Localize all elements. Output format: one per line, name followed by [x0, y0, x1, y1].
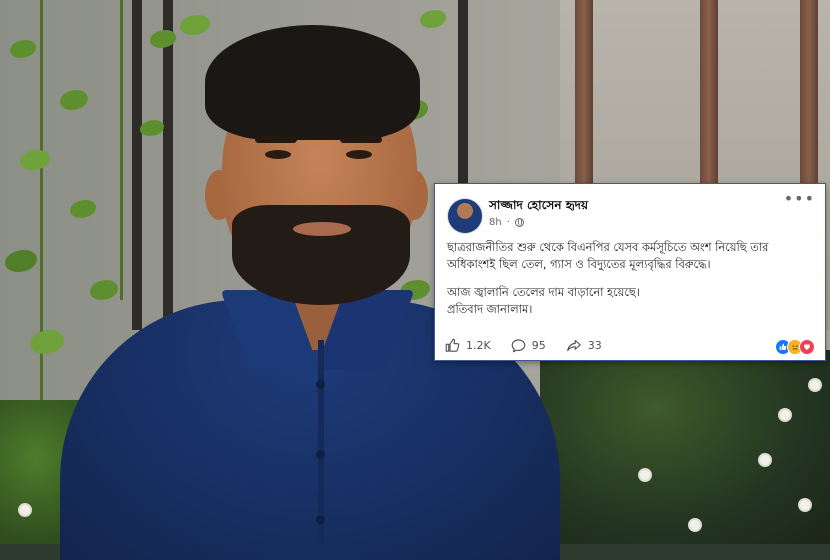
post-text-line: ছাত্ররাজনীতির শুরু থেকে বিএনপির যেসব কর্… — [447, 240, 769, 254]
more-options-icon[interactable]: ••• — [784, 191, 815, 207]
share-button[interactable]: 33 — [566, 338, 602, 353]
facebook-post-card: সাজ্জাদ হোসেন হৃদয় 8h · ••• ছাত্ররাজনীত… — [434, 183, 826, 361]
avatar[interactable] — [447, 198, 483, 234]
eyebrow — [340, 136, 382, 143]
post-time[interactable]: 8h — [489, 217, 502, 228]
post-text-line: প্রতিবাদ জানালাম। — [447, 302, 533, 316]
comment-count: 95 — [531, 339, 546, 352]
beard — [232, 205, 410, 305]
reactions-summary[interactable] — [775, 339, 815, 355]
eyebrow — [255, 136, 297, 143]
like-count: 1.2K — [466, 339, 491, 352]
mouth — [293, 222, 351, 236]
shirt-button — [316, 380, 325, 389]
hair — [205, 25, 420, 140]
globe-icon — [514, 218, 524, 227]
post-actions: 1.2K 95 33 — [445, 338, 602, 353]
love-reaction-icon — [799, 339, 815, 355]
shirt-placket — [318, 340, 324, 544]
comment-button[interactable]: 95 — [511, 338, 546, 353]
shirt-button — [316, 515, 325, 524]
share-icon — [566, 339, 581, 352]
eye — [265, 150, 291, 159]
like-icon — [445, 338, 460, 352]
like-button[interactable]: 1.2K — [445, 338, 491, 353]
author-name[interactable]: সাজ্জাদ হোসেন হৃদয় — [489, 197, 588, 217]
post-meta: 8h · — [489, 217, 524, 228]
post-text-line: আজ জ্বালানি তেলের দাম বাড়ানো হয়েছে। — [447, 285, 640, 299]
comment-icon — [511, 339, 526, 353]
eye — [346, 150, 372, 159]
shirt-button — [316, 450, 325, 459]
separator-dot: · — [506, 217, 510, 228]
post-text: ছাত্ররাজনীতির শুরু থেকে বিএনপির যেসব কর্… — [447, 239, 817, 318]
share-count: 33 — [587, 339, 602, 352]
post-text-line: অধিকাংশই ছিল তেল, গ্যাস ও বিদ্যুতের মূল্… — [447, 257, 711, 271]
